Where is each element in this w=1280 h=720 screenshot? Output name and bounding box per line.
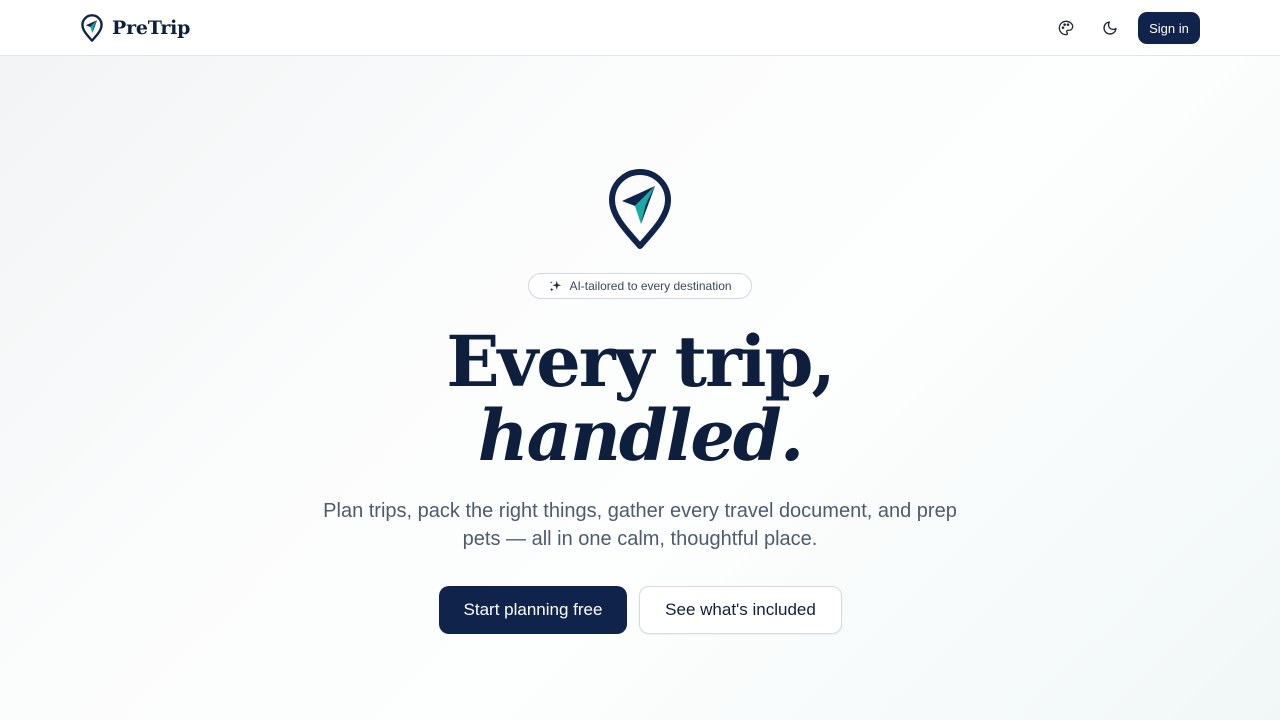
brand-name: PreTrip	[112, 17, 191, 39]
sparkles-icon	[548, 279, 563, 294]
badge-text: AI-tailored to every destination	[569, 279, 732, 293]
hero-headline-line-1: Every trip,	[446, 320, 836, 403]
see-included-button[interactable]: See what's included	[639, 586, 842, 634]
theme-palette-button[interactable]	[1050, 12, 1082, 44]
map-pin-paper-plane-icon	[80, 14, 104, 42]
map-pin-paper-plane-icon	[608, 168, 672, 250]
hero-headline-line-2: handled.	[477, 394, 805, 477]
header-actions: Sign in	[1050, 12, 1200, 44]
start-planning-button[interactable]: Start planning free	[439, 586, 627, 634]
moon-icon	[1102, 20, 1118, 36]
palette-icon	[1058, 20, 1074, 36]
sign-in-button[interactable]: Sign in	[1138, 12, 1200, 44]
ai-tailored-badge: AI-tailored to every destination	[528, 273, 752, 299]
hero-subtitle: Plan trips, pack the right things, gathe…	[323, 500, 957, 550]
brand-home-link[interactable]: PreTrip	[80, 14, 190, 42]
dark-mode-toggle[interactable]	[1094, 12, 1126, 44]
top-navigation-bar: PreTrip Sign in	[0, 0, 1280, 56]
